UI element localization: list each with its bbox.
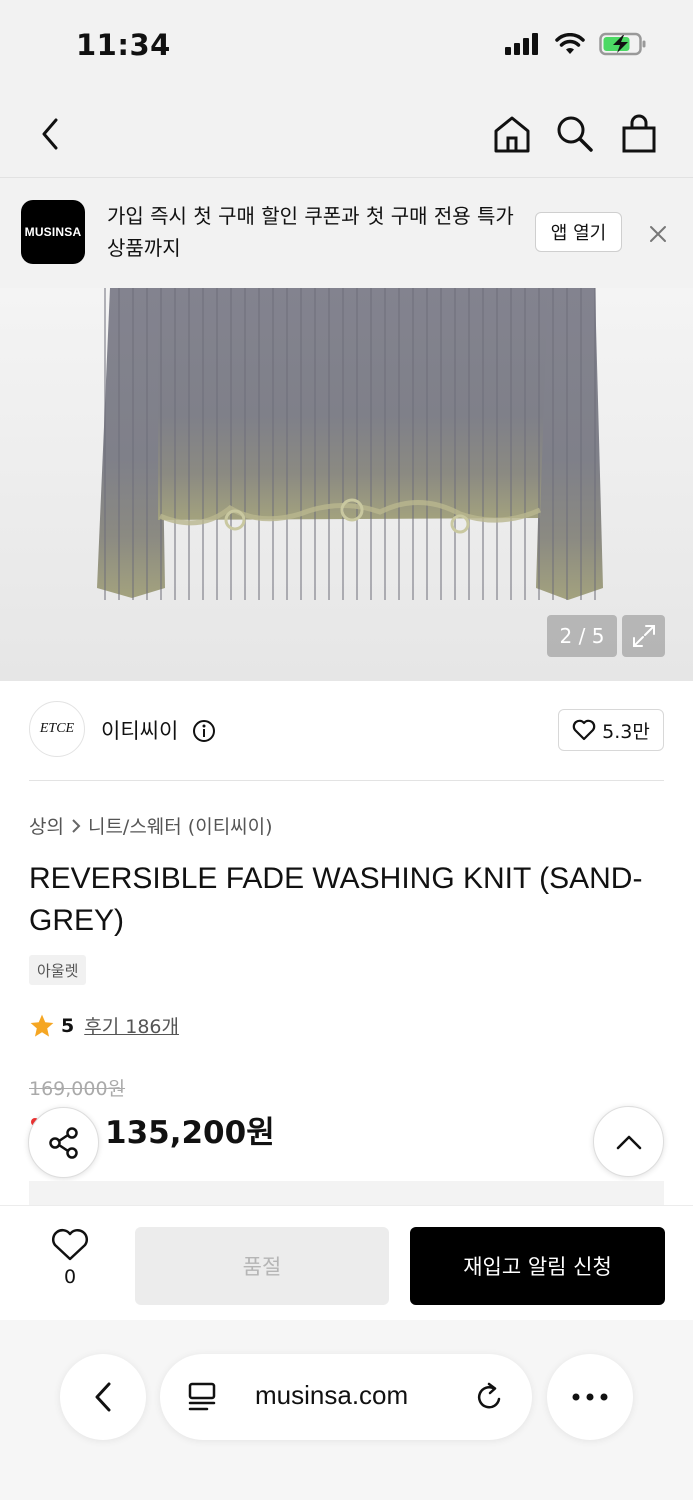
page-menu-icon xyxy=(188,1382,216,1411)
scroll-to-top-button[interactable] xyxy=(593,1106,664,1177)
address-bar[interactable]: musinsa.com xyxy=(160,1354,532,1440)
app-install-banner: MUSINSA 가입 즉시 첫 구매 할인 쿠폰과 첫 구매 전용 특가 상품까… xyxy=(0,178,693,288)
wishlist-button[interactable]: 0 xyxy=(40,1228,100,1288)
reload-icon[interactable] xyxy=(475,1381,505,1413)
original-price: 169,000원 xyxy=(29,1078,126,1100)
banner-message: 가입 즉시 첫 구매 할인 쿠폰과 첫 구매 전용 특가 상품까지 xyxy=(107,204,514,260)
search-icon xyxy=(557,116,593,152)
soldout-button: 품절 xyxy=(135,1227,389,1305)
brand-logo[interactable]: ETCE xyxy=(29,701,85,757)
restock-alert-button[interactable]: 재입고 알림 신청 xyxy=(410,1227,665,1305)
url-text: musinsa.com xyxy=(255,1380,409,1410)
battery-charging-icon xyxy=(599,32,646,56)
musinsa-logo: MUSINSA xyxy=(21,200,85,264)
share-icon xyxy=(48,1126,78,1159)
image-counter: 2 / 5 xyxy=(547,615,617,657)
chevron-left-icon xyxy=(42,118,58,150)
status-bar: 11:34 xyxy=(0,0,693,92)
top-navigation xyxy=(0,92,693,178)
cart-button[interactable] xyxy=(615,110,663,158)
breadcrumb-item[interactable]: 상의 xyxy=(29,812,64,839)
star-icon xyxy=(30,1014,54,1037)
rating-row: 5 후기 186개 xyxy=(29,1012,179,1039)
breadcrumb-item[interactable]: 니트/스웨터 (이티씨이) xyxy=(88,812,273,839)
close-icon xyxy=(650,226,666,242)
outlet-badge: 아울렛 xyxy=(29,955,87,985)
product-title: REVERSIBLE FADE WASHING KNIT (SAND-GREY) xyxy=(29,862,643,937)
heart-icon xyxy=(52,1229,88,1261)
product-image-gallery[interactable]: 2 / 5 xyxy=(0,288,693,681)
share-button[interactable] xyxy=(28,1107,99,1178)
wifi-icon xyxy=(555,33,585,54)
brand-name[interactable]: 이티씨이 xyxy=(101,715,178,745)
back-button[interactable] xyxy=(26,110,74,158)
fullscreen-button[interactable] xyxy=(622,615,665,657)
signal-icon xyxy=(505,33,538,55)
chevron-up-icon xyxy=(616,1135,641,1149)
search-button[interactable] xyxy=(551,110,599,158)
breadcrumb: 상의 니트/스웨터 (이티씨이) xyxy=(29,812,273,839)
heart-icon xyxy=(572,719,596,741)
brand-like-button[interactable]: 5.3만 xyxy=(558,709,664,751)
wishlist-count: 0 xyxy=(63,1266,77,1288)
home-button[interactable] xyxy=(488,110,536,158)
expand-icon xyxy=(632,625,655,647)
status-time: 11:34 xyxy=(76,28,171,62)
chevron-left-icon xyxy=(95,1382,111,1412)
status-icons xyxy=(505,32,647,56)
home-icon xyxy=(494,116,530,153)
browser-toolbar: musinsa.com xyxy=(0,1320,693,1500)
purchase-bar: 0 품절 재입고 알림 신청 xyxy=(0,1205,693,1320)
brand-like-count: 5.3만 xyxy=(602,720,650,743)
rating-score: 5 xyxy=(61,1014,75,1037)
banner-close-button[interactable] xyxy=(646,222,670,246)
browser-back-button[interactable] xyxy=(60,1354,146,1440)
more-icon xyxy=(572,1393,608,1401)
open-app-button[interactable]: 앱 열기 xyxy=(535,212,622,252)
shopping-bag-icon xyxy=(622,114,656,153)
brand-info-button[interactable] xyxy=(192,719,216,747)
brand-row: ETCE 이티씨이 5.3만 xyxy=(29,681,664,781)
browser-more-button[interactable] xyxy=(547,1354,633,1440)
info-icon xyxy=(193,720,215,742)
sale-price: 135,200원 xyxy=(105,1115,275,1151)
chevron-right-icon xyxy=(72,818,81,833)
review-link[interactable]: 후기 186개 xyxy=(84,1012,179,1039)
